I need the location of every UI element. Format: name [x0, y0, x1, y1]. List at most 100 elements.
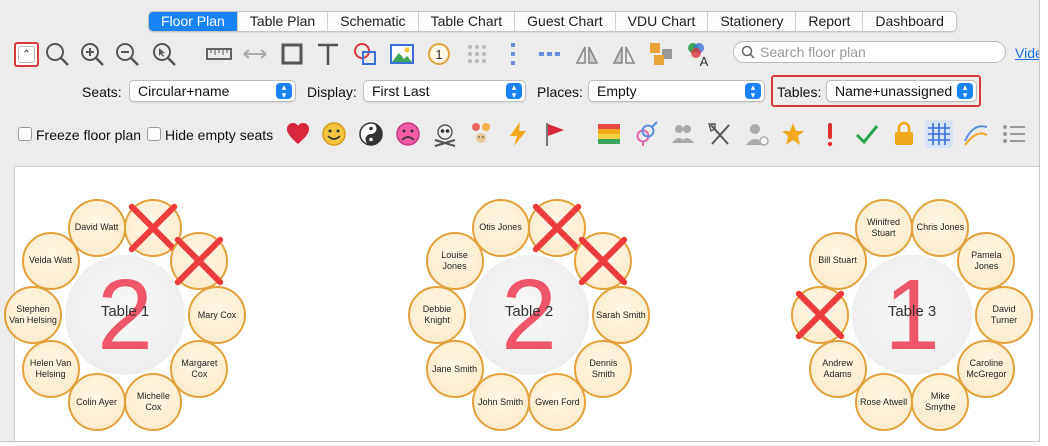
guest-name: Margaret Cox: [181, 358, 218, 380]
seat[interactable]: Otis Jones: [471, 198, 530, 257]
seat[interactable]: Winifred Stuart: [854, 198, 913, 257]
gender-icon[interactable]: [632, 120, 660, 148]
seat[interactable]: Stephen Van Helsing: [4, 286, 62, 344]
guest-name: Jane Smith: [432, 363, 478, 374]
people-icon[interactable]: [669, 120, 697, 148]
empty-seat[interactable]: [574, 231, 633, 290]
hide-empty-checkbox[interactable]: [147, 127, 161, 141]
check-icon[interactable]: [853, 120, 881, 148]
zoom-in-icon[interactable]: [78, 40, 106, 68]
tables-label: Tables:: [777, 84, 822, 100]
zoom-icon[interactable]: [43, 40, 71, 68]
grid-icon[interactable]: [925, 120, 953, 148]
display-select[interactable]: First Last ▴ ▾: [363, 80, 526, 102]
seat[interactable]: Sarah Smith: [592, 286, 650, 344]
color-text-icon[interactable]: A: [684, 40, 712, 68]
floor-plan-canvas[interactable]: 2 Table 1 Mary Cox Margaret Cox Michelle Cox…: [4, 166, 1039, 441]
skull-icon[interactable]: [431, 120, 459, 148]
lock-icon[interactable]: [890, 120, 918, 148]
guest-name: Velda Watt: [28, 255, 73, 266]
table-3[interactable]: 1 Table 3: [852, 255, 972, 375]
mirror-icon[interactable]: [610, 40, 638, 68]
display-select-value: First Last: [372, 83, 430, 99]
horizontal-dots-icon[interactable]: [536, 40, 564, 68]
zoom-out-icon[interactable]: [113, 40, 141, 68]
search-input[interactable]: Search floor plan: [733, 41, 1006, 63]
lines-icon[interactable]: [962, 120, 990, 148]
seat[interactable]: Helen Van Helsing: [21, 340, 80, 399]
empty-seat[interactable]: [170, 231, 229, 290]
empty-seat[interactable]: [791, 286, 849, 344]
search-placeholder: Search floor plan: [760, 44, 866, 60]
select-icon[interactable]: [150, 40, 178, 68]
guest-name: Louise Jones: [441, 249, 468, 271]
tab-vdu-chart[interactable]: VDU Chart: [616, 12, 709, 31]
guest-name: Otis Jones: [479, 222, 522, 232]
tab-stationery[interactable]: Stationery: [708, 12, 797, 31]
guest-name: Mike Smythe: [925, 391, 956, 413]
guest-name: Gwen Ford: [535, 396, 580, 407]
arrange-icon[interactable]: [647, 40, 675, 68]
tab-report[interactable]: Report: [796, 12, 864, 31]
text-icon[interactable]: [314, 40, 342, 68]
grid-dots-icon[interactable]: [463, 40, 491, 68]
flip-icon[interactable]: [573, 40, 601, 68]
list-icon[interactable]: [1000, 120, 1028, 148]
table-1[interactable]: 2 Table 1: [65, 255, 185, 375]
seat[interactable]: Pamela Jones: [957, 231, 1016, 290]
family-icon[interactable]: [467, 120, 495, 148]
guest-name: Sarah Smith: [596, 309, 646, 320]
guest-name: Michelle Cox: [136, 391, 170, 413]
video-link[interactable]: Video: [1015, 45, 1039, 61]
guest-name: Andrew Adams: [822, 358, 853, 380]
exclamation-icon[interactable]: [816, 120, 844, 148]
seat[interactable]: David Turner: [975, 286, 1033, 344]
person-icon[interactable]: [743, 120, 771, 148]
ruler-icon[interactable]: [205, 40, 233, 68]
tab-table-plan[interactable]: Table Plan: [238, 12, 329, 31]
seat[interactable]: Debbie Knight: [408, 286, 466, 344]
lightning-icon[interactable]: [504, 120, 532, 148]
table-name: Table 2: [504, 303, 554, 320]
tab-guest-chart[interactable]: Guest Chart: [515, 12, 616, 31]
seat[interactable]: David Watt: [67, 198, 126, 257]
heart-icon[interactable]: [284, 120, 312, 148]
tab-floor-plan[interactable]: Floor Plan: [149, 12, 238, 31]
smiley-icon[interactable]: [320, 120, 348, 148]
flag-icon[interactable]: [541, 120, 569, 148]
seat[interactable]: Mike Smythe: [911, 373, 970, 432]
color-bars-icon[interactable]: [595, 120, 623, 148]
stepper-icon: ▴ ▾: [276, 83, 292, 100]
rectangle-icon[interactable]: [278, 40, 306, 68]
seat[interactable]: Michelle Cox: [124, 373, 183, 432]
seats-select-value: Circular+name: [138, 83, 230, 99]
seat[interactable]: Andrew Adams: [808, 340, 867, 399]
tab-schematic[interactable]: Schematic: [328, 12, 419, 31]
guest-name: David Turner: [990, 304, 1018, 325]
places-select[interactable]: Empty ▴ ▾: [588, 80, 765, 102]
guest-name: Chris Jones: [916, 222, 965, 232]
yin-yang-icon[interactable]: [357, 120, 385, 148]
guest-name: Caroline McGregor: [966, 358, 1007, 380]
freeze-checkbox[interactable]: [18, 127, 32, 141]
table-2[interactable]: 2 Table 2: [469, 255, 589, 375]
image-icon[interactable]: [388, 40, 416, 68]
tab-dashboard[interactable]: Dashboard: [863, 12, 956, 31]
place-number-icon[interactable]: 1: [425, 40, 453, 68]
frown-icon[interactable]: [394, 120, 422, 148]
star-icon[interactable]: [779, 120, 807, 148]
places-label: Places:: [537, 84, 583, 100]
shapes-icon[interactable]: [351, 40, 379, 68]
tab-table-chart[interactable]: Table Chart: [419, 12, 516, 31]
collapse-toolbar-button[interactable]: ⌃: [14, 42, 39, 67]
seat[interactable]: Gwen Ford: [528, 373, 587, 432]
stepper-icon: ▴ ▾: [506, 83, 522, 100]
seats-select[interactable]: Circular+name ▴ ▾: [129, 80, 296, 102]
seat[interactable]: Jane Smith: [425, 340, 484, 399]
guest-name: Pamela Jones: [971, 249, 1002, 271]
resize-icon[interactable]: [241, 40, 269, 68]
tables-select[interactable]: Name+unassigned ▴ ▾: [826, 80, 977, 102]
utensils-icon[interactable]: [706, 120, 734, 148]
seat[interactable]: Mary Cox: [188, 286, 246, 344]
vertical-dots-icon[interactable]: [499, 40, 527, 68]
